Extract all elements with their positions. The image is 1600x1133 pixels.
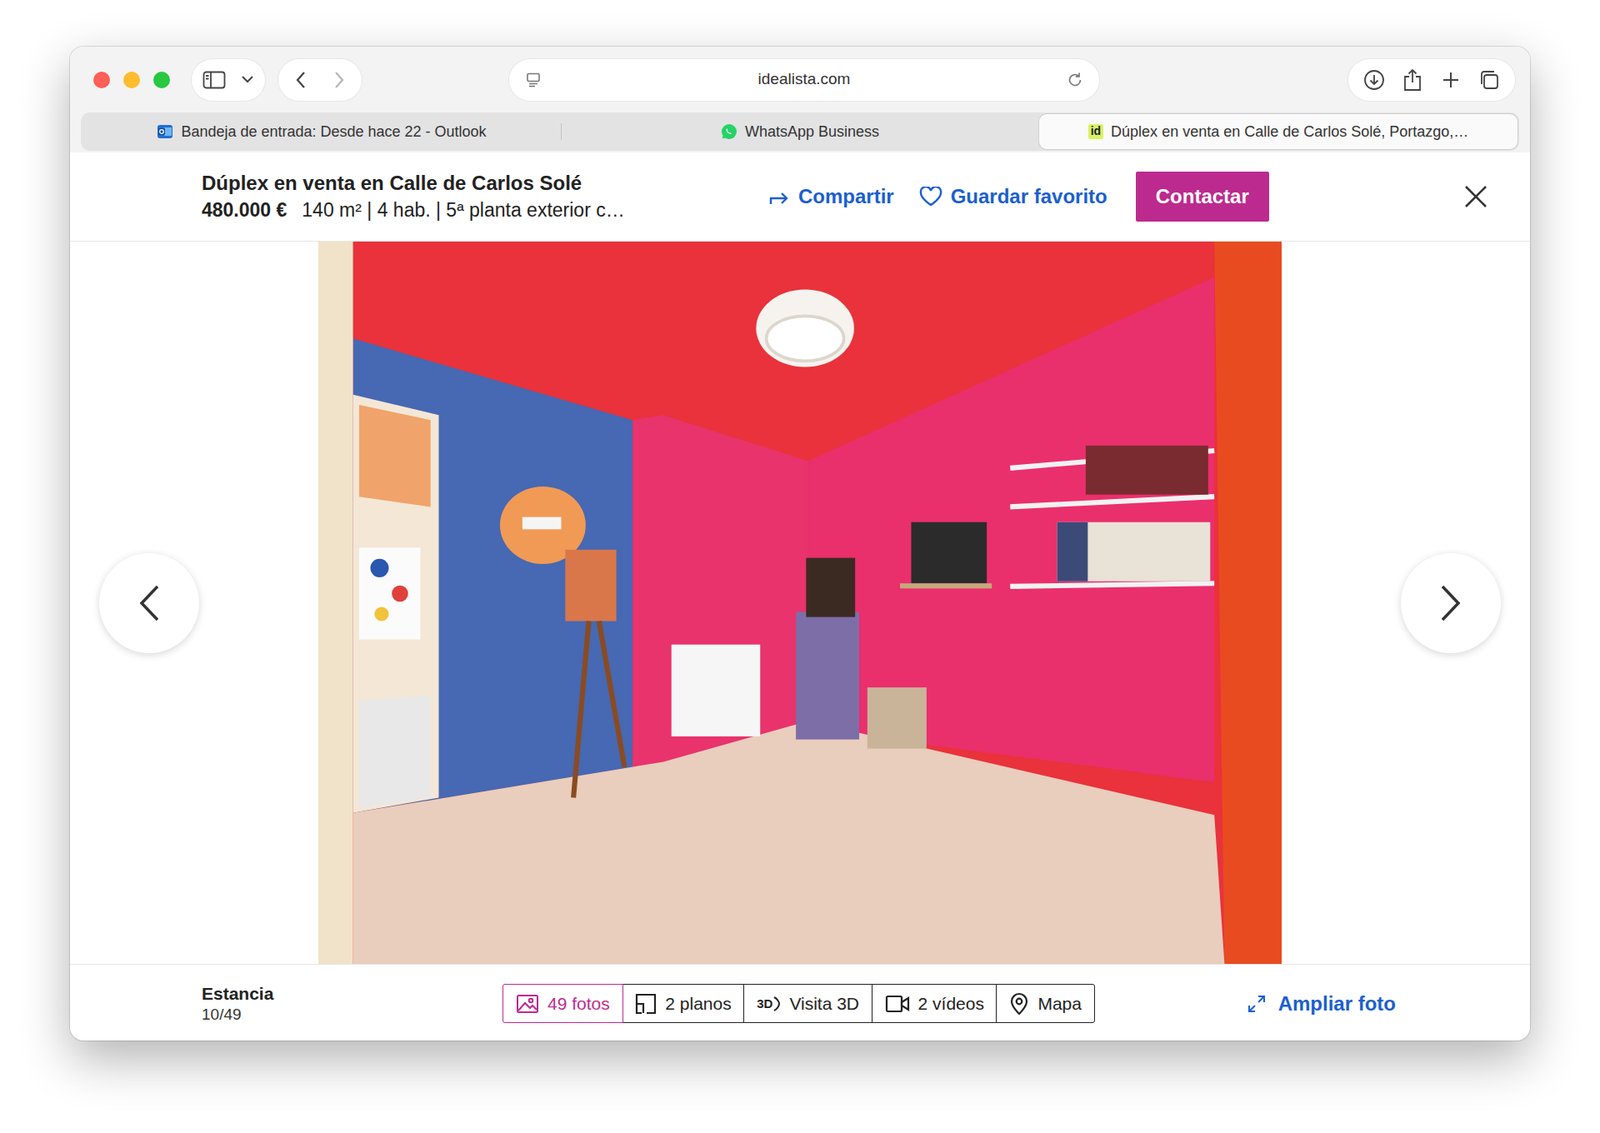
contact-button[interactable]: Contactar <box>1135 171 1270 222</box>
photos-icon <box>515 994 540 1015</box>
browser-tab[interactable]: WhatsApp Business <box>560 114 1040 150</box>
toolbar: idealista.com <box>70 46 1530 113</box>
actions-group <box>1348 59 1515 101</box>
download-icon[interactable] <box>1355 60 1394 100</box>
media-tab-label[interactable]: 2 vídeos <box>918 990 985 1018</box>
sidebar-group <box>191 59 265 101</box>
page-menu-icon[interactable] <box>520 60 546 100</box>
address-text[interactable]: idealista.com <box>545 67 1063 92</box>
new-tab-icon[interactable] <box>1431 60 1470 100</box>
browser-tab[interactable]: Bandeja de entrada: Desde hace 22 - Outl… <box>82 114 561 150</box>
media-tab[interactable]: 49 fotos <box>502 984 624 1024</box>
share-label[interactable]: Compartir <box>798 181 895 212</box>
outlook-icon <box>156 123 174 140</box>
photo-viewer <box>70 241 1530 965</box>
tab-label[interactable]: Bandeja de entrada: Desde hace 22 - Outl… <box>180 120 486 144</box>
media-tab[interactable]: 2 vídeos <box>871 984 998 1024</box>
back-icon[interactable] <box>281 60 320 100</box>
tab-label[interactable]: Dúplex en venta en Calle de Carlos Solé,… <box>1110 120 1469 144</box>
tab-label[interactable]: WhatsApp Business <box>745 120 880 144</box>
tour-3d-icon-text: 3D <box>756 997 773 1010</box>
tab-overview-icon[interactable] <box>1470 60 1509 100</box>
listing-price: 480.000 € <box>201 199 287 221</box>
listing-actions: Compartir Guardar favorito <box>768 181 1108 212</box>
next-photo-button[interactable] <box>1400 553 1501 654</box>
tour-3d-icon: 3D <box>756 995 781 1014</box>
enlarge-button[interactable]: Ampliar foto <box>1246 989 1396 1020</box>
photo-caption: Estancia 10/49 <box>201 982 503 1026</box>
forward-icon[interactable] <box>320 60 359 100</box>
media-tab-label[interactable]: Visita 3D <box>789 990 860 1018</box>
history-group <box>278 59 362 101</box>
share-button[interactable]: Compartir <box>768 181 895 212</box>
videos-icon <box>885 994 910 1015</box>
tour-3d-arc-icon <box>772 995 781 1014</box>
chevron-down-icon[interactable] <box>233 60 262 100</box>
reload-icon[interactable] <box>1062 60 1088 100</box>
minimize-window-icon[interactable] <box>123 71 140 89</box>
media-tabs: 49 fotos 2 planos 3D Visita 3D 2 vídeos Mapa <box>502 984 1095 1024</box>
share-icon[interactable] <box>1393 60 1432 100</box>
browser-window: idealista.com Bandeja de entrada: Desde … <box>70 46 1530 1041</box>
listing-details: 140 m² | 4 hab. | 5ª planta exterior c… <box>301 199 625 221</box>
idealista-icon: id <box>1088 124 1104 139</box>
browser-chrome: idealista.com Bandeja de entrada: Desde … <box>70 46 1530 153</box>
viewer-footer: Estancia 10/49 49 fotos 2 planos 3D Visita … <box>70 964 1530 1041</box>
media-tab-label[interactable]: 2 planos <box>665 990 731 1018</box>
media-tab-label[interactable]: 49 fotos <box>547 990 610 1018</box>
listing-header: Dúplex en venta en Calle de Carlos Solé … <box>70 152 1530 242</box>
share-icon <box>768 187 790 206</box>
listing-photo <box>318 241 1282 965</box>
room-label: Estancia <box>201 982 503 1005</box>
enlarge-label[interactable]: Ampliar foto <box>1278 989 1396 1020</box>
sidebar-icon[interactable] <box>195 60 234 100</box>
close-icon[interactable] <box>1458 179 1494 215</box>
favorite-label[interactable]: Guardar favorito <box>950 181 1108 212</box>
plans-icon <box>635 993 657 1015</box>
listing-title: Dúplex en venta en Calle de Carlos Solé <box>201 170 769 197</box>
photo-counter: 10/49 <box>201 1005 503 1026</box>
whatsapp-icon <box>720 123 738 140</box>
media-tab-label[interactable]: Mapa <box>1037 990 1082 1018</box>
window-controls <box>93 71 170 89</box>
media-tab[interactable]: 2 planos <box>621 984 745 1024</box>
listing-summary: Dúplex en venta en Calle de Carlos Solé … <box>201 170 769 225</box>
tab-bar: Bandeja de entrada: Desde hace 22 - Outl… <box>80 112 1520 151</box>
previous-photo-button[interactable] <box>99 553 200 654</box>
zoom-window-icon[interactable] <box>153 71 170 89</box>
close-window-icon[interactable] <box>93 71 110 89</box>
expand-icon <box>1246 994 1267 1015</box>
favorite-button[interactable]: Guardar favorito <box>919 181 1108 212</box>
media-tab[interactable]: Mapa <box>995 984 1095 1024</box>
map-icon <box>1009 992 1030 1016</box>
browser-tab[interactable]: id Dúplex en venta en Calle de Carlos Sol… <box>1039 114 1518 150</box>
address-bar[interactable]: idealista.com <box>509 59 1100 101</box>
media-tab[interactable]: 3D Visita 3D <box>743 984 873 1024</box>
favorite-icon <box>919 186 943 207</box>
